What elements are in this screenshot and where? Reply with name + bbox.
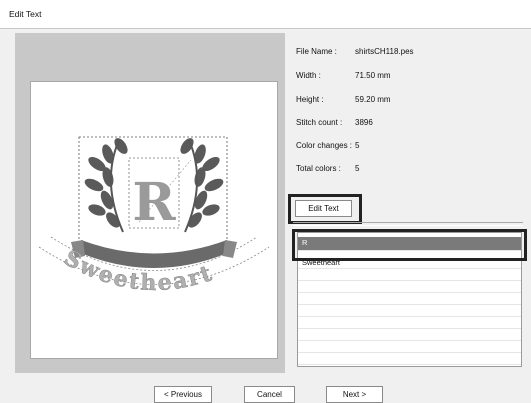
edit-text-dialog: Edit Text R Sweetheart File Name: shirt… — [0, 0, 531, 403]
color-changes-label: Color changes : — [296, 141, 353, 150]
color-changes-value: 5 — [355, 141, 360, 150]
selected-item-callout — [292, 229, 527, 261]
list-item-empty — [298, 353, 521, 365]
total-colors-label: Total colors : — [296, 164, 341, 173]
width-value: 71.50 mm — [355, 71, 391, 80]
width-label: Width : — [296, 71, 321, 80]
separator — [293, 222, 523, 226]
edit-text-button[interactable]: Edit Text — [295, 200, 352, 217]
file-name-value: shirtsCH118.pes — [355, 47, 414, 56]
list-item-empty — [298, 293, 521, 305]
window-title: Edit Text — [9, 9, 42, 19]
height-value: 59.20 mm — [355, 95, 391, 104]
list-item-empty — [298, 317, 521, 329]
file-name-label: File Name : — [296, 47, 337, 56]
monogram-text: R — [132, 172, 176, 233]
title-bar: Edit Text — [0, 0, 531, 29]
previous-button[interactable]: < Previous — [154, 386, 212, 403]
list-item-empty — [298, 269, 521, 281]
stitch-count-label: Stitch count : — [296, 118, 343, 127]
preview-panel: R Sweetheart — [15, 33, 285, 373]
list-item-empty — [298, 305, 521, 317]
list-item-empty — [298, 281, 521, 293]
stitch-count-value: 3896 — [355, 118, 373, 127]
height-label: Height : — [296, 95, 324, 104]
total-colors-value: 5 — [355, 164, 360, 173]
list-item-empty — [298, 329, 521, 341]
cancel-button[interactable]: Cancel — [244, 386, 295, 403]
design-preview-canvas: R Sweetheart — [30, 81, 278, 359]
embroidery-design-image: R Sweetheart — [38, 136, 270, 296]
list-item-empty — [298, 341, 521, 353]
next-button[interactable]: Next > — [326, 386, 383, 403]
